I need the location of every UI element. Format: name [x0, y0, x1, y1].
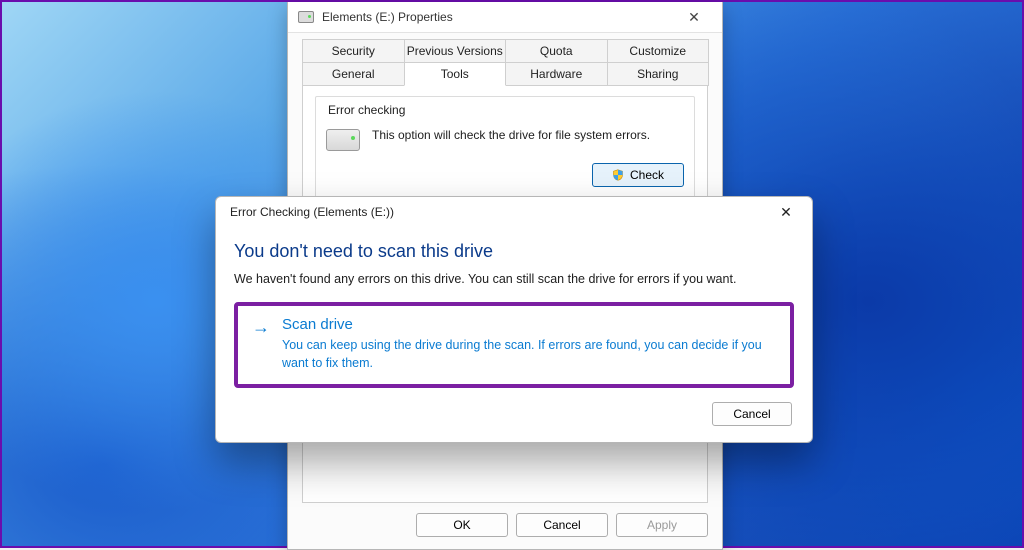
scan-drive-text: Scan drive You can keep using the drive …	[282, 316, 776, 372]
tab-general[interactable]: General	[302, 62, 405, 86]
errchk-body: You don't need to scan this drive We hav…	[216, 227, 812, 442]
cancel-button[interactable]: Cancel	[712, 402, 792, 426]
ok-button[interactable]: OK	[416, 513, 508, 537]
tab-hardware[interactable]: Hardware	[505, 62, 608, 86]
check-button-label: Check	[630, 168, 664, 182]
tab-customize[interactable]: Customize	[607, 39, 710, 63]
scan-drive-action[interactable]: → Scan drive You can keep using the driv…	[234, 302, 794, 388]
arrow-icon: →	[252, 316, 270, 372]
close-icon[interactable]: ✕	[764, 198, 808, 226]
shield-icon	[612, 169, 624, 181]
errchk-paragraph: We haven't found any errors on this driv…	[234, 272, 794, 286]
cancel-button[interactable]: Cancel	[516, 513, 608, 537]
tab-previous-versions[interactable]: Previous Versions	[404, 39, 507, 63]
error-checking-dialog: Error Checking (Elements (E:)) ✕ You don…	[215, 196, 813, 443]
errchk-footer: Cancel	[234, 388, 794, 428]
scan-drive-description: You can keep using the drive during the …	[282, 337, 776, 372]
check-button[interactable]: Check	[592, 163, 684, 187]
properties-tabs: Security Previous Versions Quota Customi…	[302, 39, 708, 85]
errchk-titlebar[interactable]: Error Checking (Elements (E:)) ✕	[216, 197, 812, 227]
tab-tools[interactable]: Tools	[404, 62, 507, 86]
properties-title: Elements (E:) Properties	[322, 10, 672, 24]
errchk-title: Error Checking (Elements (E:))	[230, 205, 764, 219]
group-title: Error checking	[326, 103, 684, 121]
drive-icon	[326, 129, 360, 151]
scan-drive-title: Scan drive	[282, 316, 776, 333]
error-checking-group: Error checking This option will check th…	[315, 96, 695, 200]
tab-sharing[interactable]: Sharing	[607, 62, 710, 86]
drive-icon	[298, 11, 314, 23]
properties-titlebar[interactable]: Elements (E:) Properties ✕	[288, 2, 722, 32]
error-checking-description: This option will check the drive for fil…	[372, 123, 684, 143]
close-icon[interactable]: ✕	[672, 3, 716, 31]
tab-security[interactable]: Security	[302, 39, 405, 63]
apply-button[interactable]: Apply	[616, 513, 708, 537]
properties-footer: OK Cancel Apply	[302, 503, 708, 549]
errchk-heading: You don't need to scan this drive	[234, 241, 794, 262]
tab-quota[interactable]: Quota	[505, 39, 608, 63]
